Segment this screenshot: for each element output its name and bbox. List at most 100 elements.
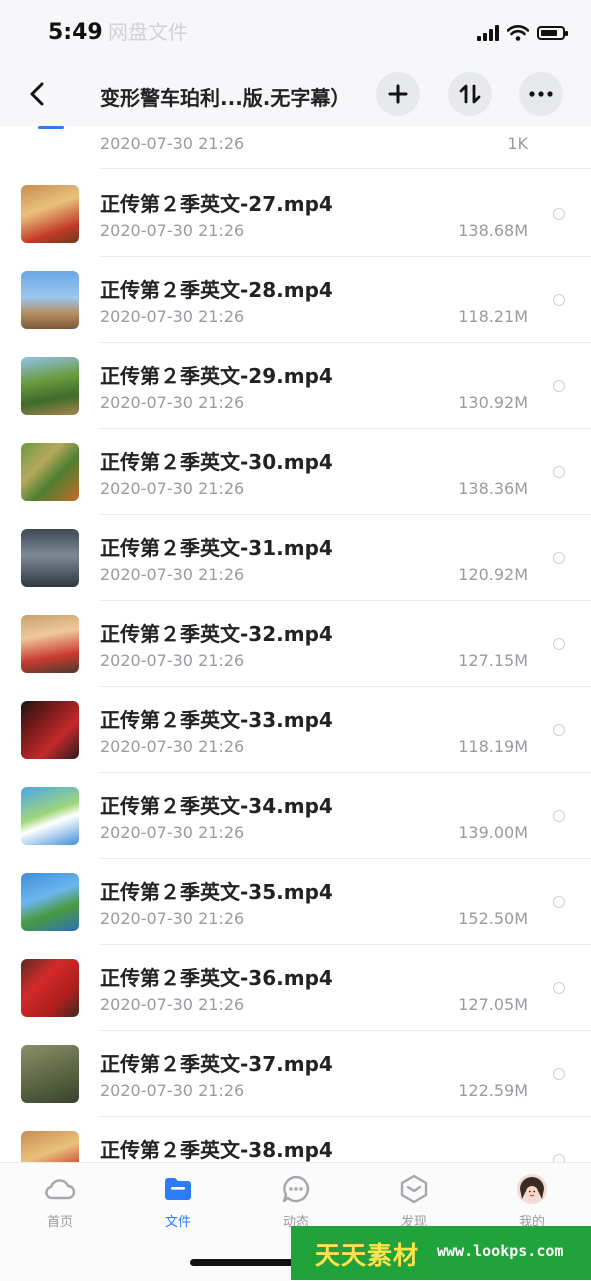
file-date: 2020-07-30 21:26: [100, 307, 245, 326]
file-name: 正传第２季英文-31.mp4: [100, 536, 333, 560]
select-circle-icon[interactable]: [553, 810, 565, 822]
sort-arrows-icon: [459, 84, 481, 104]
tab-files[interactable]: 文件: [138, 1171, 218, 1233]
video-thumbnail: [21, 1131, 79, 1162]
list-item[interactable]: 正传第２季英文-38.mp4: [0, 1117, 591, 1162]
tab-discover[interactable]: 发现: [374, 1171, 454, 1233]
file-date: 2020-07-30 21:26: [100, 134, 245, 153]
select-circle-icon[interactable]: [553, 896, 565, 908]
folder-icon: [162, 1173, 194, 1205]
chat-bubble-icon: [280, 1173, 312, 1205]
select-circle-icon[interactable]: [553, 208, 565, 220]
list-item[interactable]: 正传第２季英文-36.mp4 2020-07-30 21:26 127.05M: [0, 945, 591, 1031]
file-name: 正传第２季英文-36.mp4: [100, 966, 333, 990]
video-thumbnail: [21, 271, 79, 329]
tab-label: 文件: [164, 1215, 191, 1230]
file-size: 138.36M: [458, 479, 528, 498]
select-circle-icon[interactable]: [553, 294, 565, 306]
list-item[interactable]: 正传第２季英文-34.mp4 2020-07-30 21:26 139.00M: [0, 773, 591, 859]
select-circle-icon[interactable]: [553, 1068, 565, 1080]
page-title: 变形警车珀利...版.无字幕）: [100, 86, 351, 110]
file-size: 130.92M: [458, 393, 528, 412]
list-item[interactable]: 正传第２季英文-33.mp4 2020-07-30 21:26 118.19M: [0, 687, 591, 773]
file-date: 2020-07-30 21:26: [100, 823, 245, 842]
select-circle-icon[interactable]: [553, 466, 565, 478]
file-date: 2020-07-30 21:26: [100, 737, 245, 756]
back-button[interactable]: [22, 78, 52, 110]
file-size: 152.50M: [458, 909, 528, 928]
video-thumbnail: [21, 701, 79, 759]
watermark-banner: 天天素材 www.lookps.com: [291, 1226, 591, 1280]
video-thumbnail: [21, 615, 79, 673]
file-name: 正传第２季英文-35.mp4: [100, 880, 333, 904]
status-time: 5:49: [48, 20, 103, 45]
list-item[interactable]: 正传第２季英文-31.mp4 2020-07-30 21:26 120.92M: [0, 515, 591, 601]
cloud-home-icon: [44, 1173, 76, 1205]
tab-home[interactable]: 首页: [20, 1171, 100, 1233]
file-date: 2020-07-30 21:26: [100, 393, 245, 412]
more-dots-icon: [529, 91, 553, 97]
file-date: 2020-07-30 21:26: [100, 565, 245, 584]
more-button[interactable]: [519, 72, 563, 116]
chevron-left-icon: [30, 82, 44, 106]
file-size: 118.19M: [458, 737, 528, 756]
select-circle-icon[interactable]: [553, 724, 565, 736]
list-item[interactable]: 正传第２季英文-28.mp4 2020-07-30 21:26 118.21M: [0, 257, 591, 343]
video-thumbnail: [21, 1045, 79, 1103]
sort-button[interactable]: [448, 72, 492, 116]
list-item[interactable]: 正传第２季英文-30.mp4 2020-07-30 21:26 138.36M: [0, 429, 591, 515]
status-bar: 网盘文件 5:49: [0, 0, 591, 62]
select-circle-icon[interactable]: [553, 380, 565, 392]
file-name: 正传第２季英文-29.mp4: [100, 364, 333, 388]
file-name: 正传第２季英文-28.mp4: [100, 278, 333, 302]
file-date: 2020-07-30 21:26: [100, 221, 245, 240]
file-date: 2020-07-30 21:26: [100, 1081, 245, 1100]
thumbnail-edge: [38, 126, 64, 129]
avatar: [516, 1173, 548, 1205]
file-date: 2020-07-30 21:26: [100, 995, 245, 1014]
file-name: 正传第２季英文-34.mp4: [100, 794, 333, 818]
video-thumbnail: [21, 959, 79, 1017]
video-thumbnail: [21, 529, 79, 587]
file-size: 127.05M: [458, 995, 528, 1014]
watermark-logo: 天天素材: [315, 1241, 420, 1270]
list-item[interactable]: 正传第２季英文-35.mp4 2020-07-30 21:26 152.50M: [0, 859, 591, 945]
battery-icon: [537, 26, 568, 40]
tab-activity[interactable]: 动态: [256, 1171, 336, 1233]
video-thumbnail: [21, 873, 79, 931]
file-size: 127.15M: [458, 651, 528, 670]
file-date: 2020-07-30 21:26: [100, 909, 245, 928]
file-name: 正传第２季英文-37.mp4: [100, 1052, 333, 1076]
file-name: 正传第２季英文-32.mp4: [100, 622, 333, 646]
file-name: 正传第２季英文-33.mp4: [100, 708, 333, 732]
file-size: 120.92M: [458, 565, 528, 584]
tab-mine[interactable]: 我的: [492, 1171, 572, 1233]
select-circle-icon[interactable]: [553, 638, 565, 650]
wifi-icon: [507, 25, 529, 41]
file-name: 正传第２季英文-38.mp4: [100, 1138, 333, 1162]
select-circle-icon[interactable]: [553, 982, 565, 994]
select-circle-icon[interactable]: [553, 552, 565, 564]
file-size: 1K: [507, 134, 528, 153]
plus-icon: [388, 84, 408, 104]
file-name: 正传第２季英文-30.mp4: [100, 450, 333, 474]
file-size: 138.68M: [458, 221, 528, 240]
select-circle-icon[interactable]: [553, 1154, 565, 1162]
list-item[interactable]: 正传第２季英文-32.mp4 2020-07-30 21:26 127.15M: [0, 601, 591, 687]
add-button[interactable]: [376, 72, 420, 116]
file-date: 2020-07-30 21:26: [100, 651, 245, 670]
discover-icon: [398, 1173, 430, 1205]
file-date: 2020-07-30 21:26: [100, 479, 245, 498]
status-ghost-text: 网盘文件: [108, 20, 188, 44]
list-item[interactable]: 正传第２季英文-27.mp4 2020-07-30 21:26 138.68M: [0, 171, 591, 257]
file-size: 118.21M: [458, 307, 528, 326]
video-thumbnail: [21, 443, 79, 501]
file-size: 122.59M: [458, 1081, 528, 1100]
file-list: 2020-07-30 21:26 1K 正传第２季英文-27.mp4 2020-…: [0, 126, 591, 1162]
watermark-url: www.lookps.com: [437, 1242, 564, 1260]
list-item[interactable]: 正传第２季英文-37.mp4 2020-07-30 21:26 122.59M: [0, 1031, 591, 1117]
list-item[interactable]: 正传第２季英文-29.mp4 2020-07-30 21:26 130.92M: [0, 343, 591, 429]
video-thumbnail: [21, 357, 79, 415]
list-item[interactable]: 2020-07-30 21:26 1K: [0, 126, 591, 169]
video-thumbnail: [21, 787, 79, 845]
